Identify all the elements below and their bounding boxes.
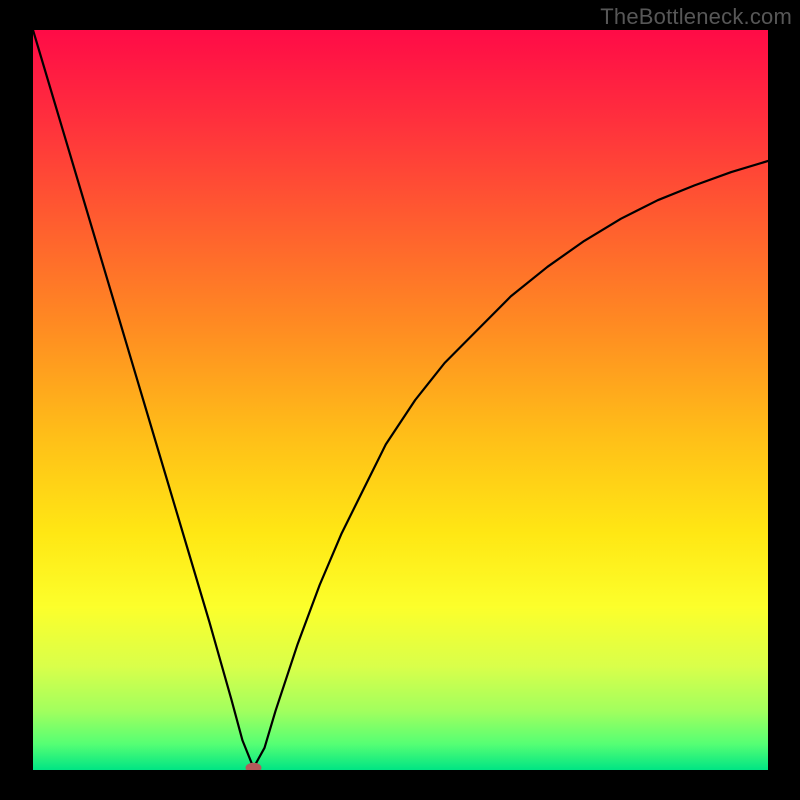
bottleneck-curve-chart — [0, 0, 800, 800]
watermark-text: TheBottleneck.com — [600, 4, 792, 30]
chart-container: TheBottleneck.com — [0, 0, 800, 800]
